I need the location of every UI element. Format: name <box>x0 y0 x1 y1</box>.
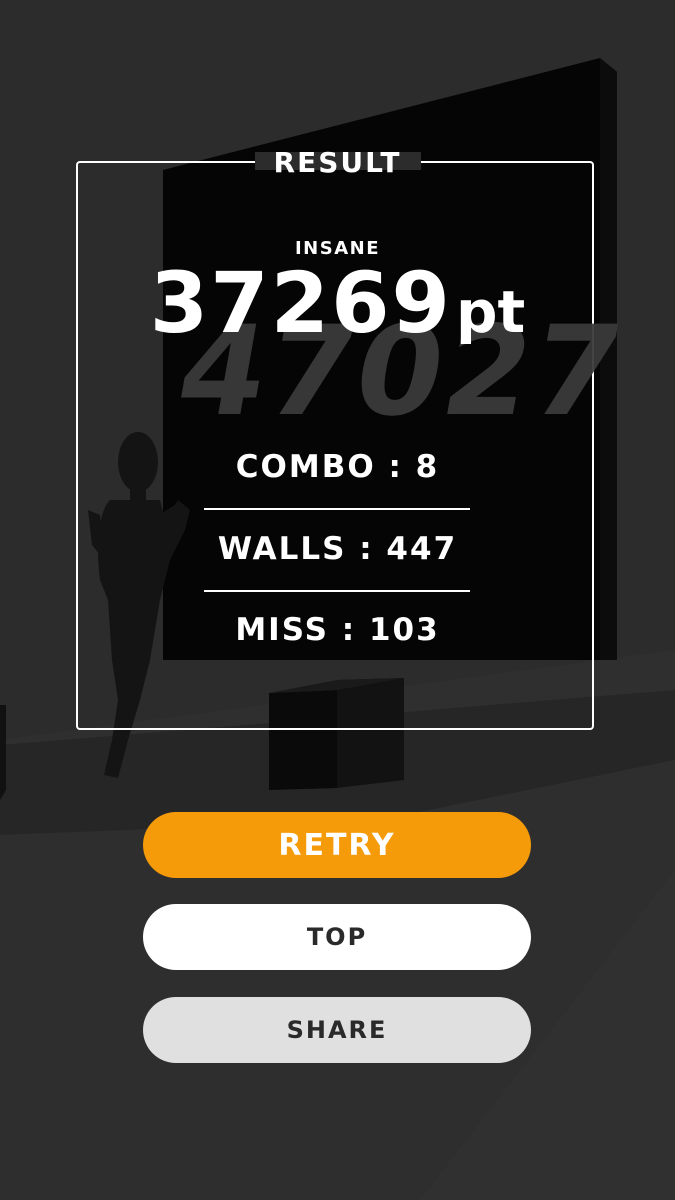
top-button[interactable]: TOP <box>143 904 531 970</box>
stat-divider <box>204 590 470 592</box>
retry-button[interactable]: RETRY <box>143 812 531 878</box>
miss-stat: MISS : 103 <box>235 612 440 648</box>
score-display: 37269pt <box>0 258 675 348</box>
share-button[interactable]: SHARE <box>143 997 531 1063</box>
walls-stat: WALLS : 447 <box>217 531 458 567</box>
score-value: 37269 <box>149 254 452 352</box>
stat-divider <box>204 508 470 510</box>
combo-stat: COMBO : 8 <box>235 449 440 485</box>
left-slab <box>0 705 6 800</box>
score-unit: pt <box>456 278 526 346</box>
